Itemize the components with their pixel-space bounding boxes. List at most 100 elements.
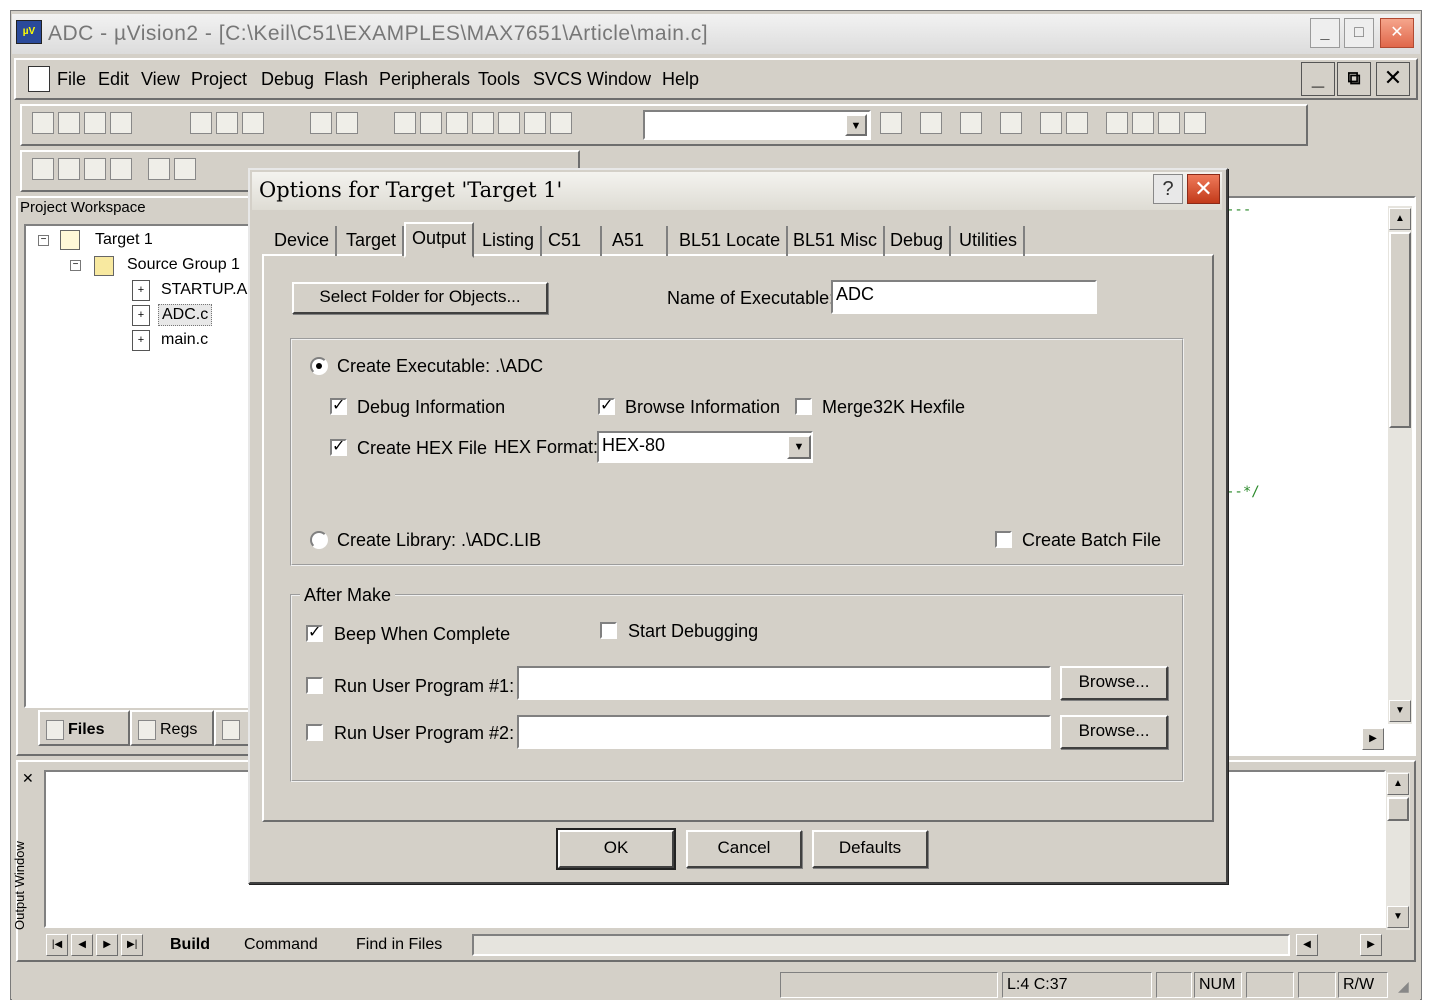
new-file-icon[interactable] (32, 112, 54, 134)
unindent-icon[interactable] (420, 112, 442, 134)
select-folder-button[interactable]: Select Folder for Objects... (292, 282, 548, 314)
scroll-down-icon[interactable]: ▼ (1389, 700, 1411, 722)
scroll-left-icon[interactable]: ◀ (1296, 934, 1318, 956)
scroll-right-icon[interactable]: ▶ (1362, 728, 1384, 750)
bookmark-prev-icon[interactable] (498, 112, 520, 134)
configure-icon[interactable] (1184, 112, 1206, 134)
scroll-right-icon[interactable]: ▶ (1360, 934, 1382, 956)
ok-button[interactable]: OK (556, 828, 676, 870)
cancel-button[interactable]: Cancel (686, 830, 802, 868)
copy-icon[interactable] (216, 112, 238, 134)
tab-command[interactable]: Command (244, 936, 318, 954)
tab-regs[interactable]: Regs (130, 710, 214, 746)
rebuild-icon[interactable] (84, 158, 106, 180)
menu-edit[interactable]: Edit (98, 69, 129, 90)
target-options-icon[interactable] (174, 158, 196, 180)
create-exec-radio[interactable] (310, 357, 328, 375)
dialog-close-icon[interactable]: ✕ (1187, 174, 1220, 204)
tab-find-in-files[interactable]: Find in Files (356, 936, 442, 954)
compile-icon[interactable] (32, 158, 54, 180)
print-icon[interactable] (960, 112, 982, 134)
chevron-down-icon[interactable]: ▼ (787, 435, 811, 459)
menu-svcs[interactable]: SVCS (533, 69, 582, 90)
zoom-icon[interactable] (1000, 112, 1022, 134)
create-batch-checkbox[interactable] (995, 531, 1012, 548)
tab-listing[interactable]: Listing (476, 226, 543, 256)
merge-checkbox[interactable] (795, 398, 812, 415)
menu-file[interactable]: File (57, 69, 86, 90)
first-tab-icon[interactable]: |◀ (46, 934, 68, 956)
browse1-button[interactable]: Browse... (1060, 666, 1168, 700)
run1-input[interactable] (517, 666, 1051, 700)
cut-icon[interactable] (190, 112, 212, 134)
menu-window[interactable]: Window (587, 69, 651, 90)
menu-debug[interactable]: Debug (261, 69, 314, 90)
find-combobox[interactable]: ▼ (643, 110, 871, 140)
binoculars-icon[interactable] (880, 112, 902, 134)
tab-a51[interactable]: A51 (606, 226, 668, 256)
chevron-down-icon[interactable]: ▼ (845, 114, 867, 136)
tab-utilities[interactable]: Utilities (953, 226, 1026, 256)
run1-checkbox[interactable] (306, 677, 323, 694)
browse2-button[interactable]: Browse... (1060, 715, 1168, 749)
workspace-toggle-icon[interactable] (1040, 112, 1062, 134)
bookmark-icon[interactable] (446, 112, 468, 134)
collapse-icon[interactable]: − (70, 260, 81, 271)
output-toggle-icon[interactable] (1066, 112, 1088, 134)
next-tab-icon[interactable]: ▶ (96, 934, 119, 956)
minimize-icon[interactable]: _ (1310, 18, 1340, 48)
close-icon[interactable]: ✕ (1380, 18, 1414, 48)
find-in-files-icon[interactable] (550, 112, 572, 134)
tab-files[interactable]: Files (38, 710, 130, 746)
create-lib-radio[interactable] (310, 531, 328, 549)
menu-help[interactable]: Help (662, 69, 699, 90)
tab-c51[interactable]: C51 (542, 226, 602, 256)
prev-tab-icon[interactable]: ◀ (71, 934, 94, 956)
tab-device[interactable]: Device (268, 226, 338, 256)
editor-scroll-thumb[interactable] (1389, 232, 1411, 428)
tab-bl51-locate[interactable]: BL51 Locate (673, 226, 789, 256)
menu-peripherals[interactable]: Peripherals (379, 69, 470, 90)
mdi-minimize-icon[interactable]: _ (1301, 62, 1335, 96)
output-scroll-thumb[interactable] (1387, 797, 1409, 821)
tab-debug[interactable]: Debug (884, 226, 952, 256)
download-icon[interactable] (148, 158, 170, 180)
stop-build-icon[interactable] (110, 158, 132, 180)
source-browser-icon[interactable] (920, 112, 942, 134)
beep-checkbox[interactable]: ✓ (306, 625, 323, 642)
output-close-icon[interactable]: ✕ (22, 770, 34, 787)
mdi-restore-icon[interactable]: ⧉ (1337, 62, 1371, 96)
scroll-down-icon[interactable]: ▼ (1387, 906, 1409, 928)
tab-output[interactable]: Output (404, 222, 475, 258)
menu-flash[interactable]: Flash (324, 69, 368, 90)
create-hex-checkbox[interactable]: ✓ (330, 439, 347, 456)
hand-icon[interactable] (1106, 112, 1128, 134)
defaults-button[interactable]: Defaults (812, 830, 928, 868)
bookmark-clear-icon[interactable] (524, 112, 546, 134)
build-icon[interactable] (58, 158, 80, 180)
menu-tools[interactable]: Tools (478, 69, 520, 90)
options-icon[interactable] (1158, 112, 1180, 134)
settings-icon[interactable] (1132, 112, 1154, 134)
browse-info-checkbox[interactable]: ✓ (598, 398, 615, 415)
hex-format-select[interactable]: HEX-80 (597, 431, 813, 463)
collapse-icon[interactable]: − (38, 235, 49, 246)
editor-pane[interactable] (1220, 196, 1416, 756)
tree-file-main[interactable]: main.c (161, 331, 208, 349)
run2-input[interactable] (517, 715, 1051, 749)
tree-group[interactable]: Source Group 1 (127, 256, 240, 274)
redo-icon[interactable] (336, 112, 358, 134)
tab-target[interactable]: Target (340, 226, 405, 256)
tab-bl51-misc[interactable]: BL51 Misc (787, 226, 886, 256)
tree-file-adc[interactable]: ADC.c (158, 304, 213, 326)
mdi-close-icon[interactable]: ✕ (1376, 62, 1410, 96)
start-debug-checkbox[interactable] (600, 622, 617, 639)
paste-icon[interactable] (242, 112, 264, 134)
last-tab-icon[interactable]: ▶| (121, 934, 144, 956)
name-exec-input[interactable]: ADC (831, 280, 1097, 314)
tab-books[interactable] (214, 710, 250, 746)
help-icon[interactable]: ? (1153, 174, 1183, 204)
resize-grip-icon[interactable]: ◢ (1398, 978, 1409, 995)
undo-icon[interactable] (310, 112, 332, 134)
save-all-icon[interactable] (110, 112, 132, 134)
